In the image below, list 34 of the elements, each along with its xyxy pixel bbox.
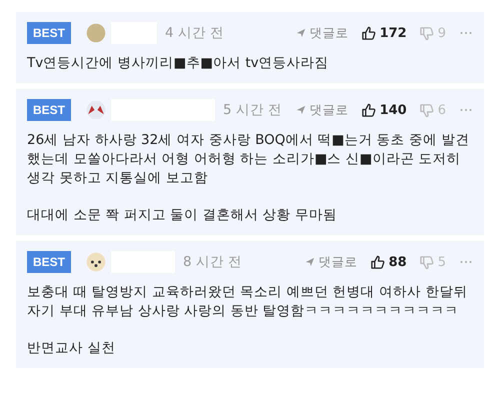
avatar-icon[interactable] (86, 100, 106, 120)
more-icon[interactable] (460, 31, 472, 35)
thumbs-down-icon (418, 254, 434, 270)
comment-time: 5 시간 전 (223, 101, 282, 119)
best-badge: BEST (27, 22, 72, 44)
reply-button[interactable]: 댓글로 (296, 24, 349, 42)
thumbs-up-icon (360, 102, 376, 118)
avatar-icon[interactable] (86, 252, 106, 272)
thumbs-down-icon (418, 102, 434, 118)
comment-time: 8 시간 전 (183, 253, 242, 271)
more-icon[interactable] (460, 108, 472, 112)
send-icon (296, 105, 306, 115)
best-badge: BEST (27, 99, 72, 121)
dislike-button[interactable]: 9 (418, 26, 446, 40)
comment-text: 대대에 소문 쫙 퍼지고 둘이 결혼해서 상황 무마됨 (27, 206, 338, 225)
best-badge: BEST (27, 251, 72, 273)
more-icon[interactable] (460, 260, 472, 264)
like-button[interactable]: 88 (370, 254, 407, 270)
dislike-button[interactable]: 5 (418, 254, 446, 270)
thumbs-up-icon (360, 26, 376, 40)
like-button[interactable]: 172 (360, 26, 407, 40)
thumbs-up-icon (370, 254, 385, 270)
comment-text: 반면교사 실천 (27, 339, 116, 358)
reply-button[interactable]: 댓글로 (296, 102, 349, 118)
comment-text: 보충대 때 탈영방지 교육하러왔던 목소리 예쁘던 헌병대 여하사 한달뒤 자기 부대 유부남 상사랑 사랑의 동반 탈영함ㅋㅋㅋㅋㅋㅋㅋㅋㅋㅋㅋ (27, 283, 468, 321)
send-icon (304, 257, 315, 267)
dislike-button[interactable]: 6 (418, 102, 446, 118)
comment-text: 26세 남자 하사랑 32세 여자 중사랑 BOQ에서 떡■는거 동초 중에 발견했는데 모쏠아다라서 어형 어허형 하는 소리가■스 신■이라곤 도저히 생각 못하고 지통실에 보고함 (27, 131, 470, 188)
reply-button[interactable]: 댓글로 (304, 254, 358, 270)
like-button[interactable]: 140 (360, 102, 407, 118)
send-icon (296, 28, 306, 38)
comment-time: 4 시간 전 (165, 24, 224, 42)
thumbs-down-icon (418, 26, 434, 40)
comment-text: Tv연등시간에 병사끼리■추■아서 tv연등사라짐 (27, 54, 330, 73)
